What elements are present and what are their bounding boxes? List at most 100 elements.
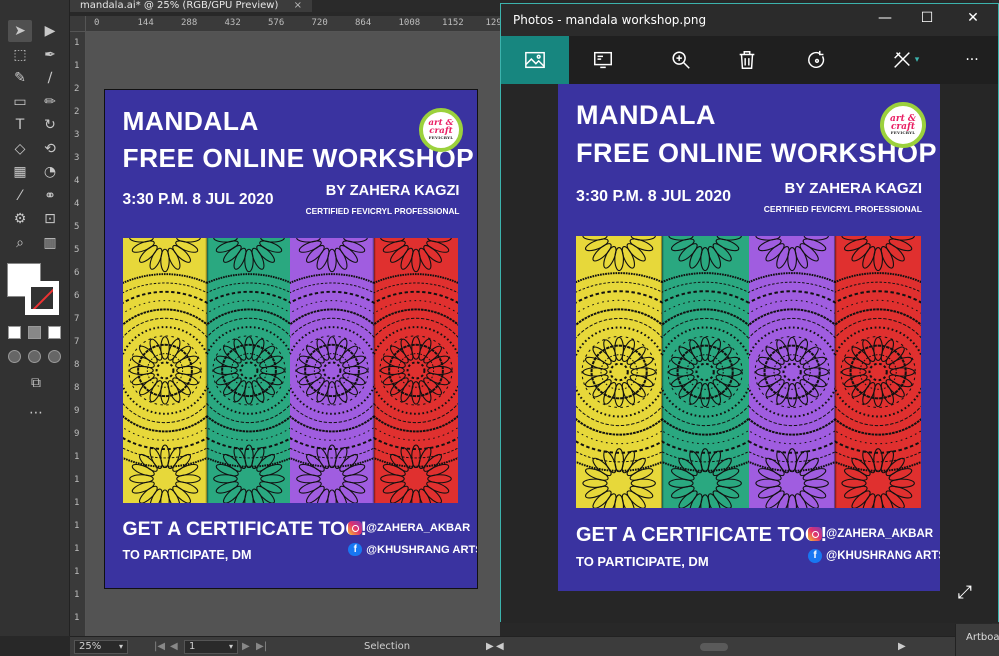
flyer-cta: GET A CERTIFICATE TOO! [576, 524, 828, 546]
last-artboard-icon[interactable]: ▶| [256, 641, 267, 652]
document-tab[interactable]: mandala.ai* @ 25% (RGB/GPU Preview) × [70, 0, 312, 12]
slideshow-button[interactable] [575, 36, 631, 84]
mandala-strip [576, 236, 663, 508]
ruler-tick-label: 2 [74, 107, 80, 117]
gradient-mode-icon[interactable] [28, 326, 41, 339]
none-mode-icon[interactable] [48, 326, 61, 339]
minimize-icon[interactable]: — [877, 10, 893, 26]
type-tool-icon[interactable]: T [8, 114, 32, 136]
mandala-pattern [290, 238, 375, 503]
eyedropper-tool-icon[interactable]: ⁄ [8, 185, 32, 207]
stroke-color-swatch[interactable] [25, 281, 59, 315]
zoom-button[interactable] [653, 36, 709, 84]
crop-tool-icon[interactable]: ⊡ [38, 208, 62, 230]
scroll-left-icon[interactable]: ◀ [496, 641, 504, 652]
first-artboard-icon[interactable]: |◀ [154, 641, 165, 652]
ruler-tick-label: 5 [74, 245, 80, 255]
expand-icon[interactable]: ⤢ [958, 582, 972, 603]
close-icon[interactable]: × [294, 0, 302, 11]
ruler-tick-label: 8 [74, 383, 80, 393]
draw-inside-icon[interactable] [48, 350, 61, 363]
rotate-tool-icon[interactable]: ↻ [38, 114, 62, 136]
facebook-handle: f @KHUSHRANG ARTS [348, 542, 477, 557]
edit-button[interactable]: ▾ [877, 36, 933, 84]
ruler-tick-label: 6 [74, 291, 80, 301]
maximize-icon[interactable]: ☐ [919, 10, 935, 26]
artboards-panel-tab[interactable]: Artboa [955, 624, 999, 656]
pen-tool-icon[interactable]: ✒ [38, 44, 62, 66]
more-tools-icon[interactable]: ⋯ [24, 402, 48, 424]
ruler-tick-label: 720 [311, 18, 328, 28]
blend-tool-icon[interactable]: ⚭ [38, 185, 62, 207]
ruler-tick-label: 1 [74, 38, 80, 48]
selection-tool-icon[interactable]: ➤ [8, 20, 32, 42]
ruler-tick-label: 1 [74, 567, 80, 577]
artboard-number-field[interactable]: 1 ▾ [184, 640, 238, 654]
draw-normal-icon[interactable] [8, 350, 21, 363]
zoom-value: 25% [79, 641, 102, 652]
zoom-in-icon [672, 51, 690, 69]
ruler-corner[interactable] [70, 16, 86, 32]
zoom-tool-icon[interactable]: ⌕ [8, 232, 32, 254]
flyer-title-line1: MANDALA [576, 100, 716, 130]
status-bar: 25% ▾ |◀ ◀ 1 ▾ ▶ ▶| Selection ▶ ◀ ▶ [70, 636, 999, 656]
rotate-icon [808, 50, 825, 69]
horizontal-ruler[interactable]: 0 144 288 432 576 720 864 1008 1152 129 [86, 16, 500, 32]
horizontal-scrollbar[interactable] [700, 643, 728, 651]
lasso-tool-icon[interactable]: ⟲ [38, 138, 62, 160]
view-photo-button[interactable] [501, 36, 569, 84]
artboard-flyer[interactable]: MANDALA FREE ONLINE WORKSHOP art & craft… [104, 89, 478, 589]
ruler-tick-label: 2 [74, 84, 80, 94]
ruler-tick-label: 1 [74, 613, 80, 623]
trash-icon [739, 51, 755, 69]
illustrator-canvas[interactable]: MANDALA FREE ONLINE WORKSHOP art & craft… [86, 32, 500, 636]
gradient-tool-icon[interactable]: ▦ [8, 161, 32, 183]
photos-title-bar[interactable]: Photos - mandala workshop.png — ☐ ✕ [501, 4, 998, 36]
brush-tool-icon[interactable]: ∕ [38, 67, 62, 89]
rotate-button[interactable] [789, 36, 845, 84]
graph-tool-icon[interactable]: ▥ [38, 232, 62, 254]
vertical-ruler[interactable]: 1 1 2 2 3 3 4 4 5 5 6 6 7 7 8 8 9 9 1 1 1 1 1 1 1 1 [70, 32, 86, 636]
delete-button[interactable] [719, 36, 775, 84]
mandala-strips [122, 238, 459, 503]
ruler-tick-label: 1 [74, 498, 80, 508]
draw-behind-icon[interactable] [28, 350, 41, 363]
mandala-pattern [662, 236, 749, 508]
logo-small: FEVICRYL [428, 134, 454, 140]
flyer-cta: GET A CERTIFICATE TOO! [122, 518, 367, 541]
flyer-author: BY ZAHERA KAGZI [784, 180, 922, 197]
artboard-tool-icon[interactable]: ⬚ [8, 44, 32, 66]
curvature-tool-icon[interactable]: ✎ [8, 67, 32, 89]
status-menu-icon[interactable]: ▶ [486, 641, 494, 652]
ruler-tick-label: 6 [74, 268, 80, 278]
chevron-down-icon: ▾ [914, 55, 920, 65]
direct-selection-tool-icon[interactable]: ▶ [38, 20, 62, 42]
rectangle-tool-icon[interactable]: ▭ [8, 91, 32, 113]
artboard-number: 1 [189, 641, 196, 652]
symbol-tool-icon[interactable]: ⚙ [8, 208, 32, 230]
facebook-icon: f [808, 549, 822, 563]
art-craft-logo: art & craft FEVICRYL [880, 102, 926, 148]
edit-create-icon [893, 52, 910, 68]
color-mode-icon[interactable] [8, 326, 21, 339]
ruler-tick-label: 7 [74, 337, 80, 347]
flyer-certification: CERTIFIED FEVICRYL PROFESSIONAL [763, 204, 922, 214]
eraser-tool-icon[interactable]: ◇ [8, 138, 32, 160]
photo-viewer[interactable]: MANDALA FREE ONLINE WORKSHOP art & craft… [501, 84, 998, 623]
pencil-tool-icon[interactable]: ✏ [38, 91, 62, 113]
screen-mode-icon[interactable]: ⧉ [24, 372, 48, 394]
ruler-tick-label: 9 [74, 429, 80, 439]
ruler-tick-label: 576 [268, 18, 285, 28]
previous-artboard-icon[interactable]: ◀ [170, 641, 178, 652]
slideshow-icon [594, 51, 612, 69]
mandala-strips [576, 236, 921, 508]
more-button[interactable]: ··· [944, 36, 999, 84]
instagram-text: @ZAHERA_AKBAR [366, 522, 471, 535]
next-artboard-icon[interactable]: ▶ [242, 641, 250, 652]
shape-builder-tool-icon[interactable]: ◔ [38, 161, 62, 183]
scroll-right-icon[interactable]: ▶ [898, 641, 906, 652]
close-icon[interactable]: ✕ [965, 10, 981, 26]
ruler-tick-label: 1 [74, 452, 80, 462]
zoom-select[interactable]: 25% ▾ [74, 640, 128, 654]
ruler-tick-label: 9 [74, 406, 80, 416]
